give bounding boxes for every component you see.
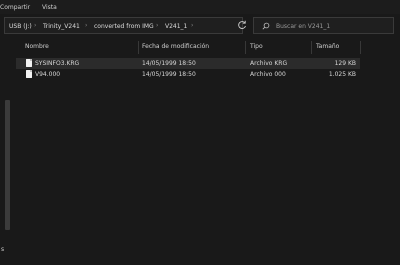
navigation-bar: USB (J:) › Trinity_V241 › converted from…	[0, 14, 400, 40]
breadcrumb-converted[interactable]: converted from IMG	[94, 23, 154, 30]
column-header-row: Nombre Fecha de modificación Tipo Tamaño	[16, 40, 400, 55]
breadcrumb-chevron-icon[interactable]: ›	[156, 22, 158, 29]
tab-vista[interactable]: Vista	[42, 4, 57, 11]
breadcrumb-usb[interactable]: USB (J:)	[9, 23, 32, 30]
search-box[interactable]: Buscar en V241_1	[253, 17, 394, 34]
file-icon	[26, 70, 32, 78]
file-type: Archivo KRG	[250, 60, 288, 67]
breadcrumb-chevron-icon[interactable]: ›	[191, 22, 193, 29]
address-bar[interactable]: USB (J:) › Trinity_V241 › converted from…	[4, 17, 243, 34]
nav-pane-scrollbar[interactable]	[5, 100, 10, 230]
nav-pane-item-label[interactable]: s	[1, 246, 4, 253]
column-header-name[interactable]: Nombre	[25, 43, 49, 50]
refresh-icon[interactable]	[237, 20, 247, 30]
file-icon	[26, 59, 32, 67]
tab-compartir[interactable]: Compartir	[0, 4, 30, 11]
breadcrumb-chevron-icon[interactable]: ›	[85, 22, 87, 29]
file-row[interactable]: V94.000 14/05/1999 18:50 Archivo 000 1.0…	[16, 69, 360, 80]
navigation-pane	[0, 40, 16, 265]
breadcrumb-chevron-icon[interactable]: ›	[34, 22, 36, 29]
file-name: V94.000	[35, 71, 61, 78]
file-name: SYSINFO3.KRG	[35, 60, 80, 67]
search-placeholder[interactable]: Buscar en V241_1	[276, 23, 330, 30]
column-divider[interactable]	[360, 41, 361, 54]
column-header-type[interactable]: Tipo	[250, 43, 263, 50]
ribbon-tabs: Compartir Vista	[0, 0, 400, 14]
search-icon	[262, 22, 270, 30]
column-header-size[interactable]: Tamaño	[316, 43, 339, 50]
file-type: Archivo 000	[250, 71, 286, 78]
breadcrumb-v241-1[interactable]: V241_1	[165, 23, 187, 30]
file-modified: 14/05/1999 18:50	[142, 71, 196, 78]
file-modified: 14/05/1999 18:50	[142, 60, 196, 67]
column-divider[interactable]	[138, 41, 139, 54]
column-header-modified[interactable]: Fecha de modificación	[142, 43, 209, 50]
file-row[interactable]: SYSINFO3.KRG 14/05/1999 18:50 Archivo KR…	[16, 58, 360, 69]
file-size: 1.025 KB	[328, 71, 356, 78]
column-divider[interactable]	[311, 41, 312, 54]
breadcrumb-trinity[interactable]: Trinity_V241	[43, 23, 80, 30]
column-divider[interactable]	[245, 41, 246, 54]
file-size: 129 KB	[334, 60, 356, 67]
